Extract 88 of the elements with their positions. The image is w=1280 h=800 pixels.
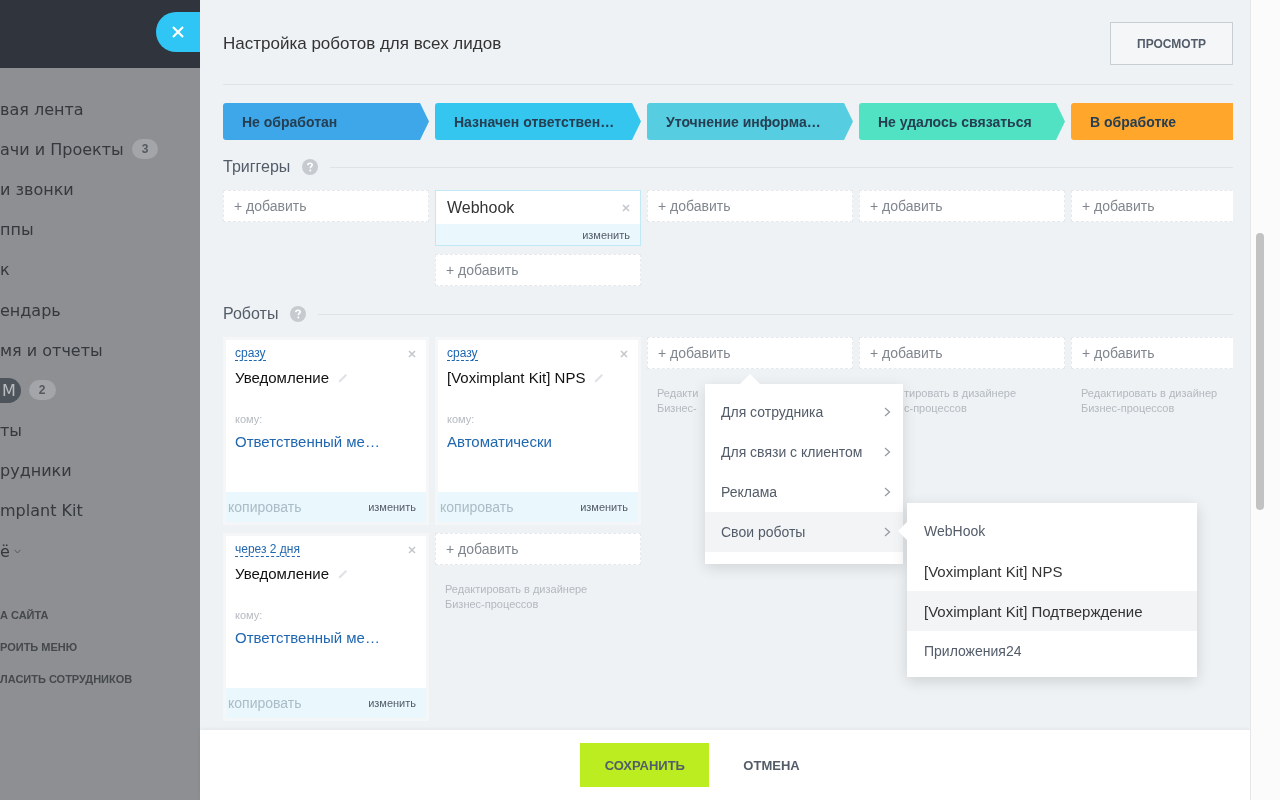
chevron-icon [884, 527, 891, 537]
sidebar-item[interactable]: mplant Kit [0, 501, 83, 521]
hint-text: с-процессов [904, 402, 967, 414]
section-title: Роботы [223, 305, 279, 323]
sidebar-item[interactable]: ё [0, 541, 10, 561]
hint-text: Редактировать в дизайнер [1081, 387, 1218, 399]
scrollbar[interactable] [1250, 0, 1280, 800]
edit-link[interactable]: изменить [582, 228, 630, 241]
caret-icon [13, 548, 21, 554]
preview-button[interactable]: ПРОСМОТР [1110, 22, 1233, 65]
chevron-icon [884, 447, 891, 457]
save-button[interactable]: СОХРАНИТЬ [580, 743, 710, 787]
add-button[interactable]: + добавить [647, 337, 853, 369]
stage-tab[interactable]: Не обработан [223, 103, 429, 140]
stage-tab[interactable]: Уточнение информа… [647, 103, 853, 140]
pencil-icon[interactable] [337, 567, 349, 580]
menu-item[interactable]: Для сотрудника [705, 392, 903, 432]
add-button[interactable]: + добавить [1071, 337, 1233, 369]
add-button[interactable]: + добавить [647, 190, 853, 222]
close-icon [171, 25, 185, 39]
sidebar-item[interactable]: ачи и Проекты [0, 139, 124, 159]
sidebar-item[interactable]: и звонки [0, 179, 74, 199]
sidebar-link[interactable]: А САЙТА [0, 609, 200, 622]
close-icon[interactable] [408, 349, 416, 358]
sidebar-item[interactable]: ппы [0, 220, 34, 240]
sidebar-item[interactable]: вая лента [0, 99, 84, 119]
close-icon[interactable] [408, 545, 416, 554]
chevron-icon [884, 407, 891, 417]
hint-text: Бизнес-процессов [445, 598, 539, 610]
counter-badge: 3 [131, 139, 159, 160]
hint-text: тировать в дизайнере [904, 387, 1017, 399]
sidebar-item[interactable]: ендарь [0, 300, 61, 320]
delay-link[interactable]: через 2 дня [235, 542, 300, 557]
robot-name: [Voximplant Kit] NPS [447, 369, 586, 386]
page-title: Настройка роботов для всех лидов [223, 33, 502, 54]
delay-link[interactable]: сразу [447, 346, 478, 361]
add-button[interactable]: + добавить [223, 190, 429, 222]
chevron-icon [884, 487, 891, 497]
edit-link[interactable]: изменить [368, 697, 416, 709]
sidebar-link[interactable]: РОИТЬ МЕНЮ [0, 641, 200, 654]
edit-link[interactable]: изменить [368, 501, 416, 513]
add-button[interactable]: + добавить [859, 337, 1065, 369]
sidebar-item[interactable]: мя и отчеты [0, 340, 103, 360]
hint-text: Бизнес-процессов [1081, 402, 1175, 414]
recipient-link[interactable]: Ответственный ме… [235, 629, 380, 646]
pencil-icon[interactable] [593, 371, 606, 384]
field-label: кому: [235, 609, 263, 621]
section-title: Триггеры [223, 158, 291, 176]
close-icon[interactable] [622, 203, 630, 212]
trigger-name: Webhook [447, 198, 515, 217]
add-button[interactable]: + добавить [859, 190, 1065, 222]
stage-tab[interactable]: Не удалось связаться [859, 103, 1065, 140]
recipient-link[interactable]: Ответственный ме… [235, 433, 380, 450]
field-label: кому: [447, 413, 475, 425]
hint-text: Редакти [657, 387, 699, 399]
stage-tab[interactable]: Назначен ответствен… [435, 103, 641, 140]
sidebar-item[interactable]: рудники [0, 461, 72, 481]
counter-badge: 2 [28, 380, 56, 401]
menu-item[interactable]: Приложения24 [907, 631, 1197, 671]
menu-item[interactable]: Реклама [705, 472, 903, 512]
hint-text: Бизнес- [657, 402, 697, 414]
menu-item[interactable]: Свои роботы [705, 512, 903, 552]
menu-item[interactable]: [Voximplant Kit] Подтверждение [907, 591, 1197, 631]
cancel-button[interactable]: ОТМЕНА [723, 747, 820, 783]
close-button[interactable] [156, 12, 200, 52]
edit-link[interactable]: изменить [580, 501, 628, 513]
add-button[interactable]: + добавить [1071, 190, 1233, 222]
stage-tab[interactable]: В обработке [1071, 103, 1233, 140]
help-icon[interactable] [290, 306, 307, 322]
scrollbar-thumb[interactable] [1256, 233, 1264, 510]
sidebar-item[interactable]: к [0, 260, 10, 280]
add-button[interactable]: + добавить [435, 254, 641, 286]
add-button[interactable]: + добавить [435, 533, 641, 565]
menu-item[interactable]: [Voximplant Kit] NPS [907, 551, 1197, 591]
menu-item[interactable]: WebHook [907, 511, 1197, 551]
field-label: кому: [235, 413, 263, 425]
close-icon[interactable] [620, 349, 628, 358]
delay-link[interactable]: сразу [235, 346, 266, 361]
recipient-link[interactable]: Автоматически [447, 433, 552, 450]
robot-name: Уведомление [235, 369, 329, 386]
menu-item[interactable]: Для связи с клиентом [705, 432, 903, 472]
sidebar-item[interactable]: ты [0, 421, 22, 441]
pencil-icon[interactable] [337, 371, 349, 384]
sidebar-item[interactable]: M [0, 377, 21, 403]
sidebar-link[interactable]: ЛАСИТЬ СОТРУДНИКОВ [0, 673, 200, 686]
help-icon[interactable] [302, 159, 319, 175]
robot-name: Уведомление [235, 565, 329, 582]
hint-text: Редактировать в дизайнере [445, 583, 588, 595]
